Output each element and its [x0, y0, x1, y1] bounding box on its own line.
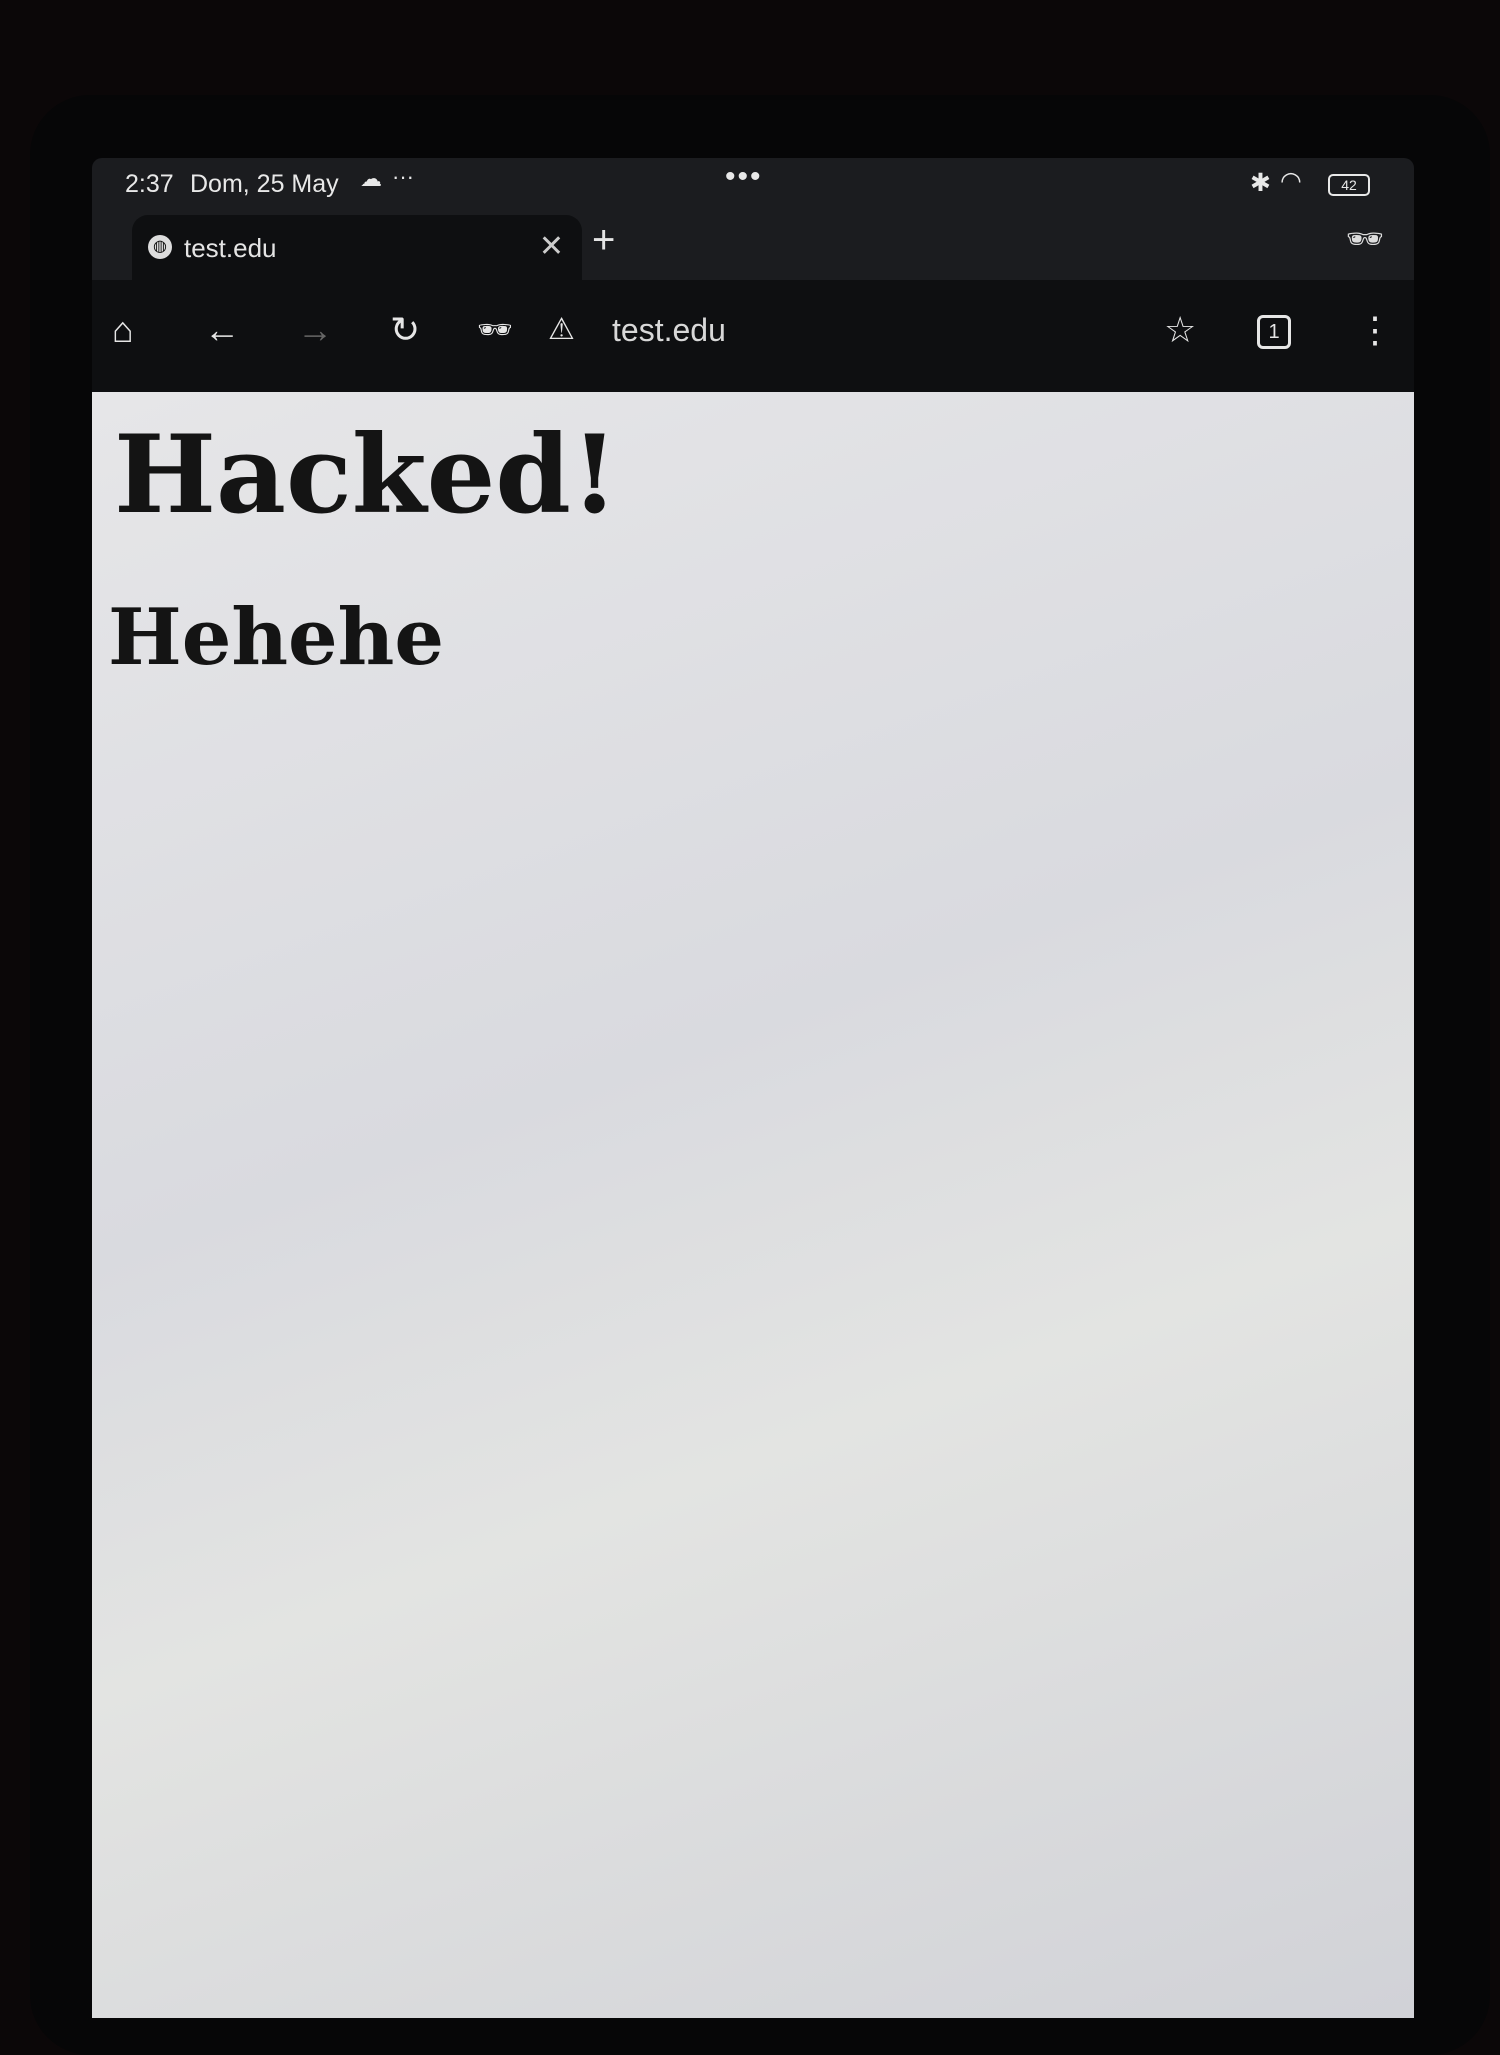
page-subheading: Hehehe: [108, 592, 444, 683]
screen: 2:37 Dom, 25 May ☁ ··· ••• ✱ ◠ 42 ◍ test…: [92, 158, 1414, 2018]
tab-title: test.edu: [184, 233, 277, 263]
incognito-icon[interactable]: 🕶: [1346, 222, 1384, 257]
more-notifications: ···: [392, 164, 414, 189]
back-icon[interactable]: ←: [204, 310, 240, 350]
new-tab-button[interactable]: +: [592, 218, 615, 263]
browser-tab[interactable]: ◍ test.edu ✕: [132, 215, 582, 280]
bookmark-star-icon[interactable]: ☆: [1164, 310, 1196, 350]
battery-icon: 42: [1328, 174, 1370, 196]
page-heading: Hacked!: [114, 412, 619, 538]
wifi-icon: ◠: [1280, 167, 1302, 195]
browser-toolbar: ⌂ ← → ↻ 🕶 ⚠ test.edu ☆ 1 ⋮: [92, 280, 1414, 392]
cloud-icon: ☁: [360, 166, 382, 191]
status-time: 2:37: [125, 170, 174, 198]
status-bar: 2:37 Dom, 25 May ☁ ··· ••• ✱ ◠ 42: [92, 158, 1414, 208]
multitask-dots[interactable]: •••: [725, 160, 763, 194]
home-icon[interactable]: ⌂: [112, 310, 134, 350]
warning-icon[interactable]: ⚠: [548, 310, 575, 350]
reload-icon[interactable]: ↻: [390, 310, 420, 350]
close-tab-icon[interactable]: ✕: [539, 229, 564, 264]
status-date: Dom, 25 May: [190, 170, 339, 198]
tab-switcher-button[interactable]: 1: [1257, 315, 1291, 349]
tab-strip: ◍ test.edu ✕ + 🕶: [92, 210, 1414, 280]
bluetooth-icon: ✱: [1250, 169, 1271, 197]
globe-icon: ◍: [148, 235, 172, 259]
forward-icon[interactable]: →: [297, 310, 333, 350]
incognito-icon: 🕶: [477, 314, 513, 345]
page-content: Hacked! Hehehe: [92, 392, 1414, 2018]
address-bar[interactable]: test.edu: [612, 312, 726, 349]
menu-icon[interactable]: ⋮: [1357, 310, 1393, 350]
